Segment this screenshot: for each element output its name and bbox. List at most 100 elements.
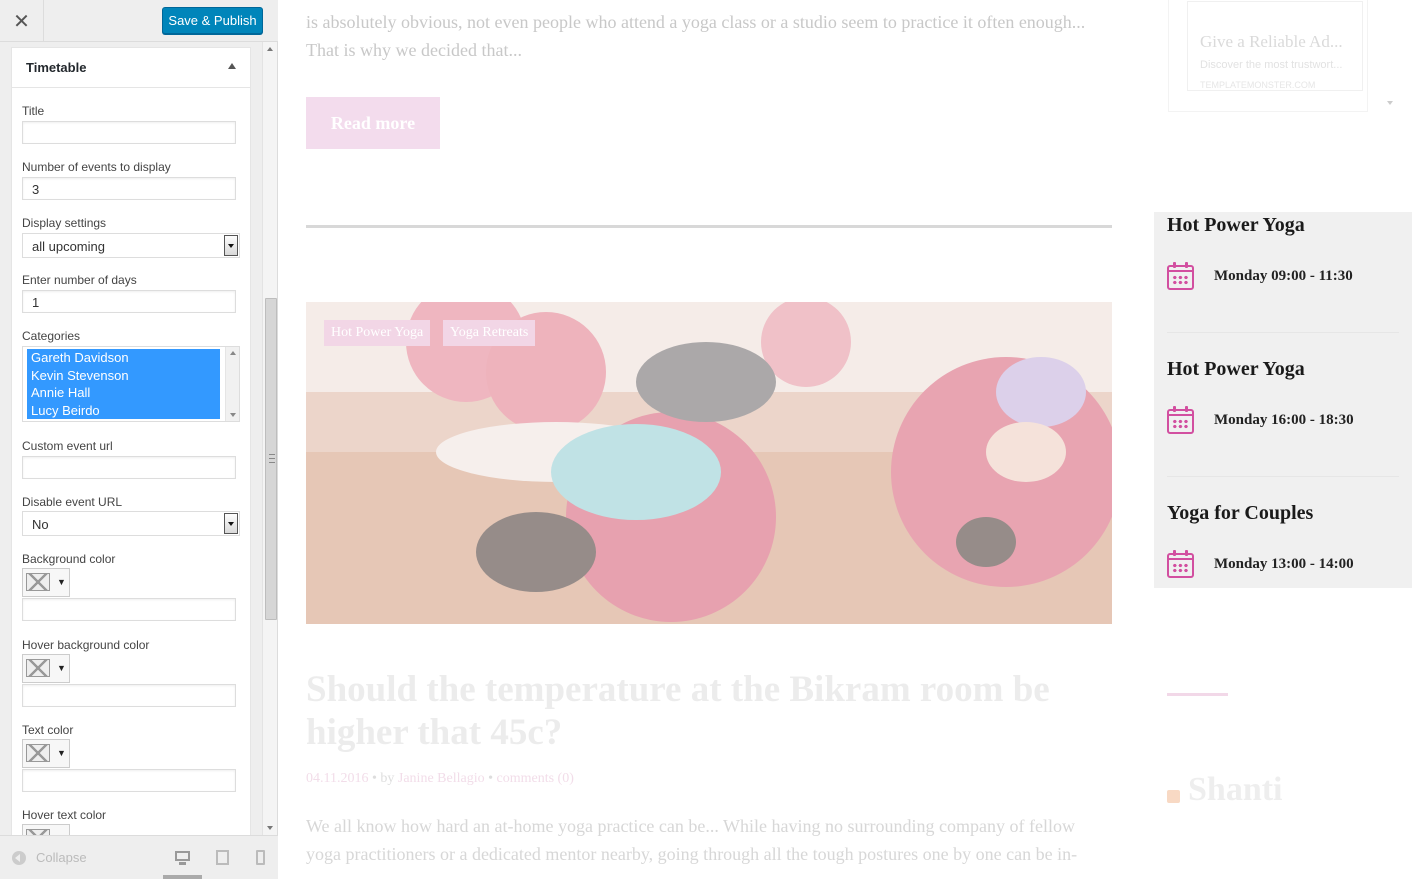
display-settings-select[interactable]: all upcoming: [22, 233, 240, 258]
calendar-icon: [1167, 406, 1194, 434]
post-excerpt: We all know how hard an at-home yoga pra…: [306, 816, 1078, 864]
no-color-swatch-icon: [26, 744, 50, 762]
post-title[interactable]: Should the temperature at the Bikram roo…: [306, 668, 1112, 754]
post-by: by: [380, 771, 395, 786]
post-date[interactable]: 04.11.2016: [306, 771, 368, 786]
custom-url-label: Custom event url: [22, 439, 113, 453]
categories-scrollbar[interactable]: [225, 347, 239, 421]
text-color-picker[interactable]: ▼: [22, 739, 70, 768]
categories-listbox[interactable]: Gareth Davidson Kevin Stevenson Annie Ha…: [22, 346, 240, 422]
days-label: Enter number of days: [22, 273, 137, 287]
dropdown-arrow-icon[interactable]: [224, 235, 238, 256]
widget-header[interactable]: Timetable: [12, 48, 250, 88]
dropdown-arrow-icon[interactable]: [224, 513, 238, 534]
post-comments[interactable]: comments (0): [497, 771, 574, 786]
widget-title-shanti[interactable]: Shanti: [1188, 771, 1283, 809]
disable-url-label: Disable event URL: [22, 495, 123, 509]
category-option[interactable]: Lucy Beirdo: [27, 402, 220, 420]
collapse-icon: [12, 850, 26, 865]
category-option[interactable]: Kevin Stevenson: [27, 367, 220, 385]
scrollbar-thumb[interactable]: [265, 298, 277, 620]
caret-down-icon[interactable]: [1387, 101, 1393, 105]
customizer-footer: Collapse: [0, 835, 278, 879]
meta-separator: •: [488, 771, 497, 786]
customizer-sidebar: ✕ Save & Publish Timetable Title Number …: [0, 0, 278, 879]
calendar-icon: [1167, 262, 1194, 290]
collapse-arrow-icon[interactable]: [228, 63, 236, 69]
events-count-input[interactable]: 3: [22, 177, 236, 200]
timetable-widget-preview: Hot Power Yoga Monday 09:00 - 11:30 Hot …: [1154, 212, 1412, 588]
mobile-icon[interactable]: [253, 849, 271, 867]
categories-selection: Gareth Davidson Kevin Stevenson Annie Ha…: [27, 349, 220, 419]
ad-widget: Give a Reliable Ad... Discover the most …: [1168, 0, 1368, 112]
hover-bg-color-picker[interactable]: ▼: [22, 654, 70, 683]
scroll-up-icon[interactable]: [230, 351, 236, 355]
tablet-icon[interactable]: [214, 849, 232, 867]
event-item[interactable]: Hot Power Yoga Monday 16:00 - 18:30: [1167, 358, 1399, 434]
categories-label: Categories: [22, 329, 81, 343]
grip-icon: [269, 454, 275, 463]
bg-color-input[interactable]: [22, 598, 236, 621]
intro-line: That is why we decided that...: [306, 40, 522, 60]
scroll-up-icon[interactable]: [267, 47, 273, 51]
ad-card[interactable]: Give a Reliable Ad... Discover the most …: [1187, 1, 1363, 91]
widget-title: Timetable: [26, 60, 87, 75]
category-option[interactable]: Annie Hall: [27, 384, 220, 402]
scroll-down-icon[interactable]: [230, 413, 236, 417]
title-label: Title: [22, 104, 45, 118]
ad-description: Discover the most trustwort...: [1200, 59, 1343, 71]
post-meta: 04.11.2016 • by Janine Bellagio • commen…: [306, 771, 574, 787]
sidebar-scrollbar[interactable]: [262, 42, 277, 835]
event-time-row: Monday 16:00 - 18:30: [1167, 406, 1354, 434]
text-color-input[interactable]: [22, 769, 236, 792]
event-title[interactable]: Yoga for Couples: [1167, 502, 1399, 525]
collapse-label: Collapse: [36, 850, 87, 865]
event-time: Monday 13:00 - 14:00: [1214, 555, 1354, 572]
caret-down-icon: ▼: [57, 663, 66, 673]
disable-url-select[interactable]: No: [22, 511, 240, 536]
event-divider: [1167, 476, 1399, 477]
title-input[interactable]: [22, 121, 236, 144]
post-divider: [306, 225, 1112, 228]
no-color-swatch-icon: [26, 573, 50, 591]
post-featured-image[interactable]: [306, 302, 1112, 624]
desktop-icon[interactable]: [174, 849, 192, 867]
display-settings-value: all upcoming: [32, 239, 105, 254]
customizer-header: ✕ Save & Publish: [0, 0, 278, 42]
yoga-class-photo: [306, 302, 1112, 624]
save-publish-button[interactable]: Save & Publish: [162, 7, 263, 34]
scroll-down-icon[interactable]: [267, 826, 273, 830]
post-tag[interactable]: Yoga Retreats: [443, 320, 536, 346]
custom-url-input[interactable]: [22, 456, 236, 479]
post-tag[interactable]: Hot Power Yoga: [324, 320, 431, 346]
controls-panel: Timetable Title Number of events to disp…: [0, 42, 278, 835]
days-input[interactable]: 1: [22, 290, 236, 313]
rss-icon[interactable]: [1167, 790, 1180, 803]
close-icon[interactable]: ✕: [0, 0, 44, 42]
event-time-row: Monday 09:00 - 11:30: [1167, 262, 1353, 290]
bg-color-picker[interactable]: ▼: [22, 568, 70, 597]
display-settings-label: Display settings: [22, 216, 107, 230]
ad-title[interactable]: Give a Reliable Ad...: [1200, 32, 1343, 52]
site-preview: is absolutely obvious, not even people w…: [278, 0, 1425, 879]
event-title[interactable]: Hot Power Yoga: [1167, 358, 1399, 381]
category-option[interactable]: Gareth Davidson: [27, 349, 220, 367]
event-title[interactable]: Hot Power Yoga: [1167, 214, 1399, 237]
timetable-widget: Timetable Title Number of events to disp…: [11, 47, 251, 835]
hover-bg-color-input[interactable]: [22, 684, 236, 707]
event-item[interactable]: Yoga for Couples Monday 13:00 - 14:00: [1167, 502, 1399, 578]
event-item[interactable]: Hot Power Yoga Monday 09:00 - 11:30: [1167, 214, 1399, 290]
hover-bg-color-label: Hover background color: [22, 638, 150, 652]
post-author[interactable]: Janine Bellagio: [398, 771, 485, 786]
active-device-indicator: [163, 875, 202, 879]
no-color-swatch-icon: [26, 659, 50, 677]
collapse-button[interactable]: Collapse: [12, 850, 87, 865]
ad-url: TEMPLATEMONSTER.COM: [1200, 80, 1316, 90]
read-more-button[interactable]: Read more: [306, 97, 440, 149]
event-time: Monday 09:00 - 11:30: [1214, 267, 1353, 284]
event-time: Monday 16:00 - 18:30: [1214, 411, 1354, 428]
hover-text-color-picker[interactable]: [22, 824, 70, 835]
event-divider: [1167, 332, 1399, 333]
caret-down-icon: ▼: [57, 577, 66, 587]
post-intro-text: is absolutely obvious, not even people w…: [306, 8, 1116, 64]
